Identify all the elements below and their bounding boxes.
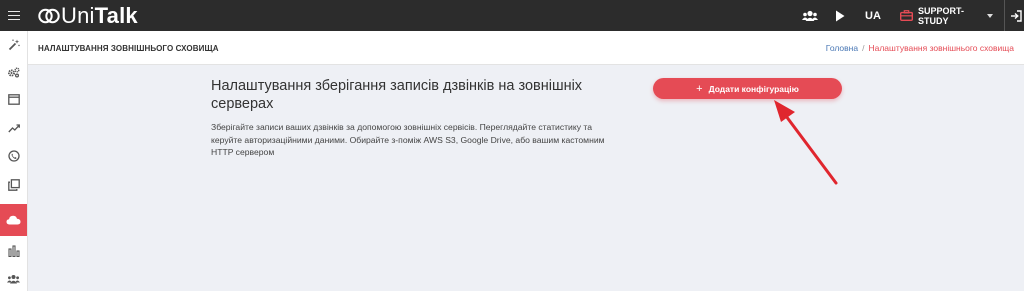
logo-prefix: Uni: [61, 3, 95, 28]
page-header: НАЛАШТУВАННЯ ЗОВНІШНЬОГО СХОВИЩА Головна…: [28, 31, 1024, 65]
breadcrumb: Головна / Налаштування зовнішнього сховища: [826, 43, 1014, 53]
trend-up-icon: [7, 124, 20, 133]
sidebar-item-external-storage[interactable]: [0, 204, 27, 236]
gears-icon: [8, 67, 20, 77]
window-icon: [7, 93, 20, 105]
magic-wand-icon: [8, 39, 20, 51]
account-name[interactable]: SUPPORT-STUDY: [918, 0, 988, 31]
users-icon[interactable]: [800, 0, 820, 31]
sidebar-item-statistics[interactable]: [0, 114, 27, 142]
section-description: Зберігайте записи ваших дзвінків за допо…: [211, 122, 605, 157]
top-bar: UniTalk UA SUPPORT-STUDY: [0, 0, 1024, 31]
play-icon[interactable]: [832, 0, 848, 31]
bar-chart-icon: [7, 245, 20, 257]
add-configuration-label: Додати конфігурацію: [708, 83, 799, 94]
sidebar-item-call-history[interactable]: [0, 142, 27, 170]
team-icon: [7, 275, 20, 284]
page-title: НАЛАШТУВАННЯ ЗОВНІШНЬОГО СХОВИЩА: [38, 44, 219, 53]
sidebar-item-copy[interactable]: [0, 171, 27, 199]
unitalk-logo[interactable]: UniTalk: [38, 4, 138, 28]
breadcrumb-current: Налаштування зовнішнього сховища: [868, 43, 1014, 53]
briefcase-icon[interactable]: [898, 0, 914, 31]
cloud-icon: [6, 215, 21, 225]
sidebar-item-settings[interactable]: [0, 58, 27, 86]
phone-clock-icon: [7, 150, 20, 162]
copy-icon: [7, 179, 20, 191]
logo-mark-icon: [38, 8, 60, 24]
language-switch[interactable]: UA: [864, 0, 882, 31]
sidebar-item-reports[interactable]: [0, 237, 27, 265]
breadcrumb-separator: /: [862, 43, 865, 53]
sidebar-item-window[interactable]: [0, 85, 27, 113]
breadcrumb-home-link[interactable]: Головна: [826, 43, 858, 53]
menu-icon[interactable]: [0, 0, 28, 31]
chevron-down-icon[interactable]: [986, 0, 994, 31]
sidebar-item-team[interactable]: [0, 265, 27, 291]
logout-icon[interactable]: [1008, 0, 1024, 31]
sidebar: [0, 31, 28, 291]
section-title: Налаштування зберігання записів дзвінків…: [211, 78, 583, 112]
logo-suffix: Talk: [94, 3, 138, 28]
add-configuration-button[interactable]: + Додати конфігурацію: [653, 78, 842, 99]
plus-icon: +: [696, 82, 703, 95]
sidebar-item-magic-wand[interactable]: [0, 31, 27, 59]
topbar-divider: [1004, 0, 1005, 31]
